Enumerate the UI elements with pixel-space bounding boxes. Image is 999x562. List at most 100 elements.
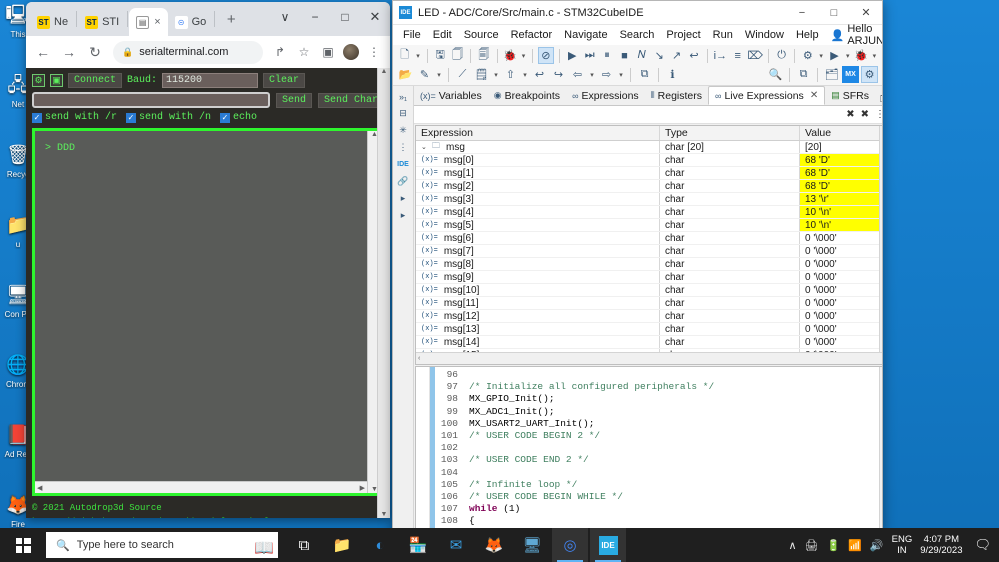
ide-close-button[interactable]: ✕	[850, 1, 882, 25]
menu-navigate[interactable]: Navigate	[558, 29, 613, 41]
page-vertical-scrollbar[interactable]: ▲ ▼	[377, 68, 390, 518]
search-input[interactable]: 🔍 Type here to search 📖	[46, 532, 278, 558]
address-bar[interactable]: 🔒 serialterminal.com	[113, 41, 263, 64]
cell-value[interactable]: 68 'D'	[800, 167, 879, 179]
instruction-stepping-icon[interactable]: i→	[713, 47, 728, 64]
checkbox-echo[interactable]: ✓ echo	[220, 112, 257, 123]
send-input[interactable]	[32, 92, 270, 108]
stm32cubeide-icon[interactable]: IDE	[590, 528, 626, 562]
table-row[interactable]: (x)=msg[13]char0 '\000'	[416, 323, 879, 336]
menu-file[interactable]: File	[397, 29, 427, 41]
wifi-icon[interactable]: 📶	[848, 539, 862, 552]
start-button[interactable]	[0, 528, 46, 562]
build-icon[interactable]: 🗐	[476, 47, 491, 64]
terminate-icon[interactable]: ■	[617, 47, 632, 64]
step-over-icon[interactable]: ⏭	[582, 47, 597, 64]
skip-breakpoints-icon[interactable]: ⊘	[538, 47, 554, 64]
store-icon[interactable]: 🏪	[400, 528, 436, 562]
cell-value[interactable]: 0 '\000'	[800, 271, 879, 283]
open-perspective-button-icon[interactable]: ⧉	[795, 66, 812, 83]
side-panel-icon[interactable]: ▣	[317, 41, 339, 63]
menu-help[interactable]: Help	[790, 29, 825, 41]
menu-window[interactable]: Window	[739, 29, 790, 41]
new-window-icon[interactable]: ⧉	[636, 66, 653, 83]
table-row[interactable]: (x)=msg[2]char68 'D'	[416, 180, 879, 193]
forward-icon[interactable]: ↪	[550, 66, 567, 83]
chevron-down-icon[interactable]: ▾	[414, 52, 421, 60]
browser-tab-sti[interactable]: ST STI	[78, 8, 126, 36]
scroll-left-arrow-icon[interactable]: ‹	[418, 355, 420, 362]
checkbox-send-with-r[interactable]: ✓ send with /r	[32, 112, 117, 123]
tab-close-icon[interactable]: ✕	[810, 90, 818, 101]
debug-config-icon[interactable]: 🐞	[853, 47, 868, 64]
editor-vertical-scrollbar[interactable]: ˄ ˅	[879, 367, 883, 528]
view-menu-icon[interactable]: ⋮	[393, 139, 413, 156]
menu-edit[interactable]: Edit	[427, 29, 458, 41]
chevron-down-icon[interactable]: ▾	[818, 52, 825, 60]
next-annotation-icon[interactable]: ⟋	[454, 66, 471, 83]
task-view-icon[interactable]: ⧉	[286, 528, 322, 562]
table-row[interactable]: (x)=msg[4]char10 '\n'	[416, 206, 879, 219]
connect-button[interactable]: Connect	[68, 73, 122, 88]
table-row[interactable]: (x)=msg[0]char68 'D'	[416, 154, 879, 167]
debug-view-tab-icon[interactable]: »₁	[393, 88, 413, 105]
table-horizontal-scrollbar[interactable]: ‹ ›	[416, 352, 883, 364]
user-account-item[interactable]: 👤 Hello ARJUN	[825, 23, 883, 47]
build-config-icon[interactable]: ⚙	[800, 47, 815, 64]
bookmark-star-icon[interactable]: ☆	[293, 41, 315, 63]
share-icon[interactable]: ↱	[269, 41, 291, 63]
step-filters-icon[interactable]: ≡	[730, 47, 745, 64]
chevron-down-icon[interactable]: ▾	[588, 71, 596, 79]
new-tab-button[interactable]: +	[219, 7, 243, 31]
menu-run[interactable]: Run	[707, 29, 739, 41]
disconnect-icon[interactable]: 𝑁	[634, 47, 649, 64]
table-row[interactable]: (x)=msg[12]char0 '\000'	[416, 310, 879, 323]
terminal-horizontal-scrollbar[interactable]: ◀ ▶	[35, 481, 367, 493]
remove-all-expressions-icon[interactable]: ✖	[861, 109, 869, 120]
tab-close-icon[interactable]: ×	[154, 16, 160, 28]
info-icon[interactable]: ℹ	[664, 66, 681, 83]
menu-refactor[interactable]: Refactor	[505, 29, 559, 41]
browser-tab-serialterminal[interactable]: ▤ ×	[129, 8, 167, 36]
tab-variables[interactable]: (x)= Variables	[414, 86, 488, 105]
clock[interactable]: 4:07 PM 9/29/2023	[920, 534, 962, 556]
resume-icon[interactable]: ▶	[565, 47, 580, 64]
clear-button[interactable]: Clear	[263, 73, 305, 88]
use-step-filters-icon[interactable]: ⌦	[747, 47, 763, 64]
bookmark-icon[interactable]: 🗒	[473, 66, 490, 83]
prev-annotation-icon[interactable]: ⇧	[502, 66, 519, 83]
back-history-icon[interactable]: ⇦	[569, 66, 586, 83]
cell-value[interactable]: 0 '\000'	[800, 232, 879, 244]
chevron-down-icon[interactable]: ▾	[617, 71, 625, 79]
send-button[interactable]: Send	[276, 93, 312, 108]
scroll-right-arrow-icon[interactable]: ▶	[360, 484, 365, 492]
ide-maximize-button[interactable]: □	[818, 1, 850, 25]
step-into-icon[interactable]: ↘	[652, 47, 667, 64]
column-header-type[interactable]: Type	[660, 126, 800, 140]
chevron-down-icon[interactable]: ▾	[521, 71, 529, 79]
thread-icon[interactable]: 🔗	[393, 173, 413, 190]
cell-value[interactable]: 0 '\000'	[800, 258, 879, 270]
language-indicator[interactable]: ENG IN	[892, 534, 913, 556]
baud-input[interactable]: 115200	[162, 73, 258, 88]
table-row[interactable]: ⌄🗀msgchar [20][20]	[416, 141, 879, 154]
browser-tab-google[interactable]: ⊝ Go	[168, 8, 214, 36]
menu-source[interactable]: Source	[458, 29, 505, 41]
drop-to-frame-icon[interactable]: ↩	[686, 47, 701, 64]
menu-project[interactable]: Project	[660, 29, 706, 41]
table-row[interactable]: (x)=msg[10]char0 '\000'	[416, 284, 879, 297]
save-icon[interactable]: 🖫	[433, 47, 448, 64]
tab-search-chevron-icon[interactable]: ∨	[270, 2, 300, 32]
browser-minimize-button[interactable]: −	[300, 2, 330, 32]
page-scroll-up-icon[interactable]: ▲	[381, 68, 388, 75]
tab-breakpoints[interactable]: ◉ Breakpoints	[488, 86, 566, 105]
avatar[interactable]	[343, 44, 359, 60]
cell-value[interactable]: 10 '\n'	[800, 206, 879, 218]
cell-value[interactable]: 13 '\r'	[800, 193, 879, 205]
marker-icon[interactable]: ✎	[416, 66, 433, 83]
collapse-all-icon[interactable]: ⊟	[393, 105, 413, 122]
editor-code-text[interactable]: /* Initialize all configured peripherals…	[461, 367, 879, 528]
remove-expression-icon[interactable]: ✖	[846, 109, 854, 120]
table-row[interactable]: (x)=msg[7]char0 '\000'	[416, 245, 879, 258]
table-row[interactable]: (x)=msg[8]char0 '\000'	[416, 258, 879, 271]
